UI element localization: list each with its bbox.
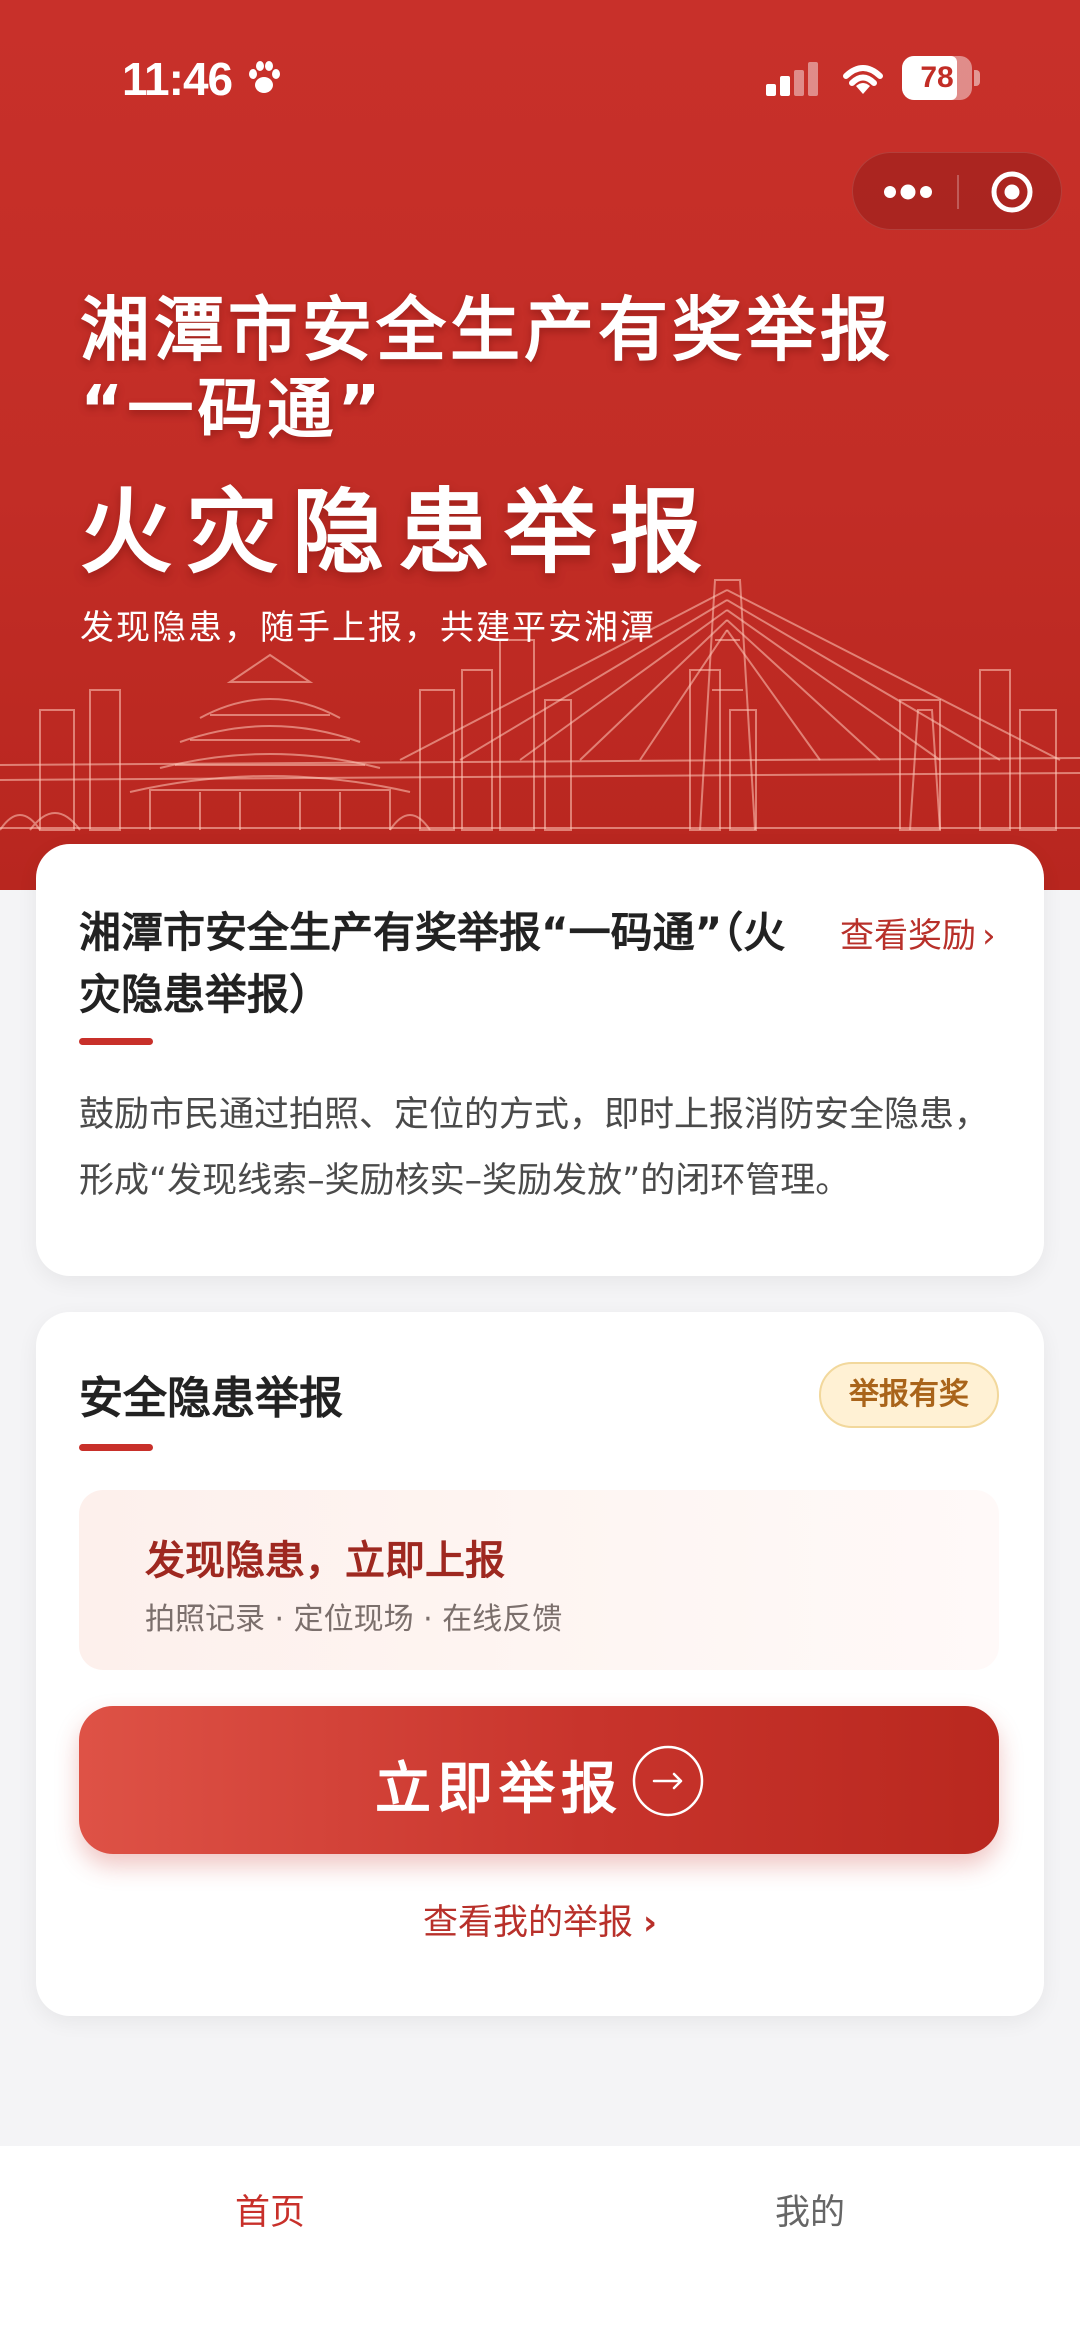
intro-card: 湘潭市安全生产有奖举报“一码通”（火灾隐患举报） 查看奖励 › 鼓励市民通过拍照、… [36,844,1044,1276]
promo-title: 发现隐患，立即上报 [145,1538,505,1584]
status-time: 11:46 [122,53,233,105]
chevron-right-icon: › [982,916,996,956]
promo-subtitle: 拍照记录 · 定位现场 · 在线反馈 [145,1602,563,1637]
my-reports-label: 查看我的举报 [422,1903,633,1943]
report-now-button[interactable]: 立即举报 [79,1706,999,1854]
my-reports-link[interactable]: 查看我的举报 › [36,1894,1044,1945]
battery-icon: 78 [902,56,980,100]
tab-mine[interactable]: 我的 [540,2184,1080,2235]
hero-title-code: “一码通” [80,371,385,448]
intro-title: 湘潭市安全生产有奖举报“一码通”（火灾隐患举报） [79,908,786,1019]
report-now-label: 立即举报 [375,1757,623,1822]
miniprogram-capsule [852,152,1062,230]
page: 11:46 78 湘潭市安全生产有奖举报 “一码通” 火灾隐患举报 发现隐患，随… [0,0,1080,2346]
more-icon[interactable] [883,183,933,201]
view-rewards-link[interactable]: 查看奖励 › [840,908,996,957]
promo-box: 发现隐患，立即上报 拍照记录 · 定位现场 · 在线反馈 [79,1490,999,1670]
hero-subtitle: 发现隐患，随手上报，共建平安湘潭 [80,608,656,648]
reward-badge: 举报有奖 [819,1362,999,1428]
signal-icon [766,62,818,96]
title-underline [79,1038,153,1045]
paw-icon [249,61,280,93]
close-target-icon[interactable] [989,169,1035,215]
hero-banner: 11:46 78 湘潭市安全生产有奖举报 “一码通” 火灾隐患举报 发现隐患，随… [0,0,1080,890]
status-bar: 11:46 78 [0,0,1080,150]
report-card: 安全隐患举报 举报有奖 发现隐患，立即上报 拍照记录 · 定位现场 · 在线反馈… [36,1312,1044,2016]
wifi-icon [843,65,883,94]
tab-home[interactable]: 首页 [0,2184,540,2235]
hero-title-main: 火灾隐患举报 [80,479,717,586]
tab-bar: 首页 我的 [0,2146,1080,2346]
arrow-right-circle-icon [632,1745,704,1817]
capsule-divider [957,175,959,209]
view-rewards-label: 查看奖励 [840,916,976,956]
chevron-right-icon: › [643,1903,658,1943]
battery-level: 78 [920,61,954,94]
report-section-title: 安全隐患举报 [79,1373,343,1424]
intro-description: 鼓励市民通过拍照、定位的方式，即时上报消防安全隐患，形成“发现线索–奖励核实–奖… [79,1095,990,1201]
title-underline [79,1444,153,1451]
